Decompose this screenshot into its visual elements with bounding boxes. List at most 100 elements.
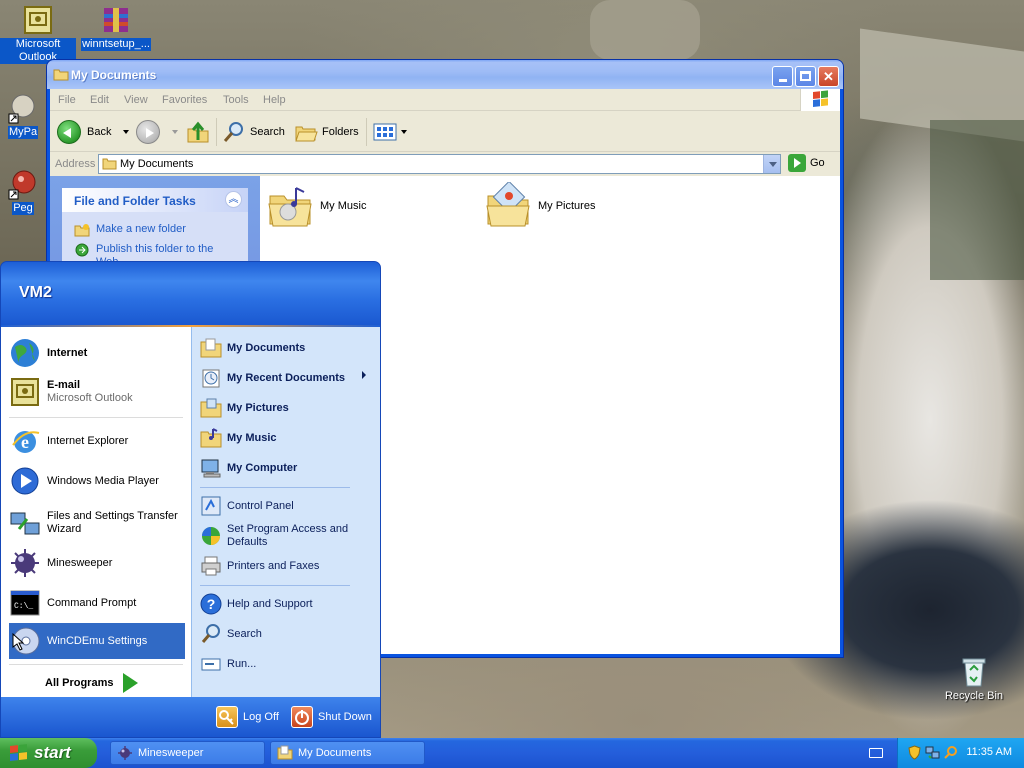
menu-separator xyxy=(9,417,183,418)
close-button[interactable]: ✕ xyxy=(818,66,839,87)
desktop-icon-peg[interactable]: Peg xyxy=(0,168,46,215)
desktop-icon-label: Recycle Bin xyxy=(944,690,1004,702)
recent-files-settings-transfer[interactable]: Files and Settings Transfer Wizard xyxy=(9,503,185,543)
minesweeper-icon xyxy=(117,745,133,761)
search-button[interactable]: Search xyxy=(222,118,285,146)
maximize-icon xyxy=(800,71,811,81)
search-icon xyxy=(222,120,246,144)
log-off-button[interactable]: Log Off xyxy=(216,706,279,728)
back-button[interactable]: Back xyxy=(57,118,130,146)
forward-arrow-icon xyxy=(136,120,160,144)
network-icon[interactable] xyxy=(925,745,940,760)
forward-button[interactable] xyxy=(136,118,178,146)
address-input[interactable]: My Documents xyxy=(98,154,781,174)
menu-tools[interactable]: Tools xyxy=(223,94,249,106)
system-printers-faxes[interactable]: Printers and Faxes xyxy=(200,553,376,579)
wallpaper-structure xyxy=(930,120,1024,280)
help-label: Help and Support xyxy=(227,597,313,610)
program-label: Command Prompt xyxy=(47,596,137,609)
chevron-down-icon[interactable] xyxy=(123,130,130,134)
security-shield-icon[interactable] xyxy=(907,745,922,760)
command-prompt-icon: C:\_ xyxy=(9,587,41,619)
menu-bar: File Edit View Favorites Tools Help xyxy=(50,89,840,111)
pinned-internet[interactable]: Internet xyxy=(9,335,185,371)
desktop-icon-winntsetup[interactable]: winntsetup_... xyxy=(78,4,154,51)
place-label: My Music xyxy=(227,431,277,444)
search-icon[interactable] xyxy=(943,745,958,760)
window-titlebar[interactable]: My Documents ✕ xyxy=(47,60,843,89)
menu-view[interactable]: View xyxy=(124,94,148,106)
arrow-right-icon xyxy=(123,673,139,693)
place-my-music[interactable]: My Music xyxy=(200,425,376,451)
taskbar-button-minesweeper[interactable]: Minesweeper xyxy=(110,741,265,765)
collapse-icon[interactable]: ︽ xyxy=(225,191,242,208)
recent-internet-explorer[interactable]: e Internet Explorer xyxy=(9,423,185,459)
recent-minesweeper[interactable]: Minesweeper xyxy=(9,545,185,581)
all-programs-button[interactable]: All Programs xyxy=(45,673,139,693)
taskbar-button-my-documents[interactable]: My Documents xyxy=(270,741,425,765)
task-panel-header[interactable]: File and Folder Tasks ︽ xyxy=(62,188,248,212)
go-button[interactable]: Go xyxy=(788,154,825,172)
outlook-icon xyxy=(9,376,41,408)
menu-edit[interactable]: Edit xyxy=(90,94,109,106)
place-my-documents[interactable]: My Documents xyxy=(200,335,376,361)
system-set-program-access[interactable]: Set Program Access and Defaults xyxy=(200,521,376,551)
up-folder-icon xyxy=(186,120,210,144)
shut-down-button[interactable]: Shut Down xyxy=(291,706,372,728)
desktop-icon-label: MyPa xyxy=(7,126,39,139)
folders-button[interactable]: Folders xyxy=(294,118,359,146)
start-menu-header: VM2 xyxy=(1,262,380,325)
help-icon: ? xyxy=(200,593,222,615)
menu-favorites[interactable]: Favorites xyxy=(162,94,207,106)
place-my-pictures[interactable]: My Pictures xyxy=(200,395,376,421)
menu-file[interactable]: File xyxy=(58,94,76,106)
system-control-panel[interactable]: Control Panel xyxy=(200,493,376,519)
place-my-computer[interactable]: My Computer xyxy=(200,455,376,481)
menu-help[interactable]: Help xyxy=(263,94,286,106)
start-button[interactable]: start xyxy=(0,738,97,768)
media-player-icon xyxy=(9,465,41,497)
clock[interactable]: 11:35 AM xyxy=(966,746,1012,758)
wallpaper-structure xyxy=(590,0,700,60)
shut-down-label: Shut Down xyxy=(318,711,372,723)
recent-wincdemu-settings[interactable]: WinCDEmu Settings xyxy=(9,623,185,659)
recent-command-prompt[interactable]: C:\_ Command Prompt xyxy=(9,585,185,621)
place-my-recent-documents[interactable]: My Recent Documents xyxy=(200,365,376,391)
search-item[interactable]: Search xyxy=(200,621,376,647)
menu-separator xyxy=(200,585,350,586)
up-folder-button[interactable] xyxy=(186,118,210,146)
pinned-title: E-mail xyxy=(47,379,81,391)
program-label: Minesweeper xyxy=(47,556,113,569)
make-new-folder-link[interactable]: Make a new folder xyxy=(74,223,186,237)
folder-icon xyxy=(200,337,222,359)
computer-icon xyxy=(200,457,222,479)
system-label: Control Panel xyxy=(227,499,294,512)
views-button[interactable] xyxy=(373,118,407,146)
desktop-icon-recycle-bin[interactable]: Recycle Bin xyxy=(936,656,1012,703)
desktop-icon-outlook[interactable]: Microsoft Outlook xyxy=(0,4,76,64)
address-dropdown-button[interactable] xyxy=(763,155,780,173)
task-link-label: Make a new folder xyxy=(96,223,186,235)
folders-label: Folders xyxy=(322,126,359,138)
folder-item-label: My Music xyxy=(320,200,367,212)
close-icon: ✕ xyxy=(823,69,834,84)
pinned-email[interactable]: E-mail Microsoft Outlook xyxy=(9,373,185,411)
minimize-button[interactable] xyxy=(772,66,793,87)
desktop-icon-mypa[interactable]: MyPa xyxy=(0,92,46,139)
go-label: Go xyxy=(810,157,825,169)
run-item[interactable]: Run... xyxy=(200,651,376,677)
folder-item-my-music[interactable]: My Music xyxy=(266,182,366,230)
window-title: My Documents xyxy=(71,68,157,82)
start-menu-places: My Documents My Recent Documents My Pict… xyxy=(191,327,380,697)
help-and-support[interactable]: ? Help and Support xyxy=(200,591,376,617)
place-label: My Computer xyxy=(227,461,298,474)
maximize-button[interactable] xyxy=(795,66,816,87)
keyboard-icon[interactable] xyxy=(869,748,883,758)
folder-item-my-pictures[interactable]: My Pictures xyxy=(484,180,595,230)
new-folder-icon xyxy=(74,223,90,237)
recent-windows-media-player[interactable]: Windows Media Player xyxy=(9,463,185,499)
chevron-down-icon xyxy=(401,130,407,134)
shortcut-icon xyxy=(7,92,39,124)
user-name: VM2 xyxy=(19,284,52,301)
pinned-subtitle: Microsoft Outlook xyxy=(47,392,133,404)
